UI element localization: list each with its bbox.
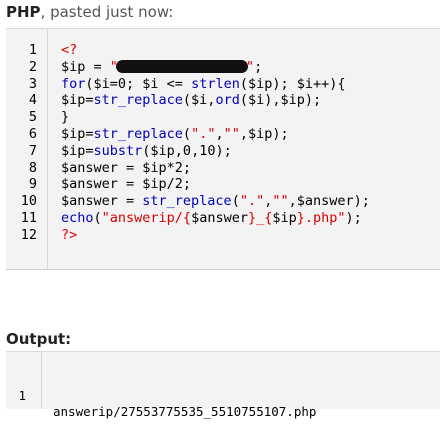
line-number: 3 [28,75,37,92]
code-token: ?> [61,226,78,243]
code-token: " [245,58,255,75]
code-token: ,$answer); [288,193,370,210]
code-token: <? [61,42,78,58]
code-token: for [61,75,86,92]
code-token: ); [345,210,362,226]
code-token: str_replace [142,193,232,210]
line-number: 11 [20,210,37,226]
code-token: $answer = [61,193,143,210]
code-text: ?> [61,227,77,244]
code-text: $ip=str_replace(".","",$ip); [61,126,289,143]
code-text: $ip = " "; [61,59,262,76]
code-panel: 1 <? 2 $ip = " "; 3 for($i=0; $i <= strlen($ip… [6,28,440,270]
code-token: "." [191,126,216,142]
code-line: 11 echo("answerip/{$answer}_{$ip}.php"); [6,210,440,227]
code-token: "answerip/{ [101,210,192,226]
line-number: 1 [28,42,37,58]
output-text: answerip/27553775535_5510755107.php [53,404,317,419]
code-line: 10 $answer = str_replace(".","",$answer); [6,193,440,210]
code-token: $ip = [61,58,110,75]
code-text: <? [61,42,77,59]
code-line: 3 for($i=0; $i <= strlen($ip); $i++){ [6,76,440,93]
line-number: 12 [20,226,37,243]
code-token: } [61,109,70,126]
code-token: ,$ip); [239,126,289,142]
language-label: PHP [6,3,41,21]
code-token: "." [239,193,265,210]
code-line: 12 ?> [6,227,440,244]
code-token: $answer = $ip*2; [61,159,192,176]
code-token: ord [215,92,240,109]
code-token: echo [61,210,94,226]
code-line: 2 $ip = " "; [6,59,440,76]
code-token: ($i, [182,92,216,109]
code-token: "" [272,193,289,210]
code-line: 8 $answer = $ip*2; [6,160,440,177]
code-token: ( [231,193,240,210]
line-number: 9 [28,176,37,193]
code-text: } [61,109,69,126]
code-token: $ip [272,210,297,226]
line-number: 5 [28,109,37,126]
output-line: 1 answerip/27553775535_5510755107.php [6,372,440,436]
code-token: str_replace [93,126,183,142]
code-line: 5} [6,109,440,126]
code-line: 7 $ip=substr($ip,0,10); [6,143,440,160]
output-title: Output: [6,330,72,348]
line-number: 10 [20,193,37,210]
code-line: 4 $ip=str_replace($i,ord($i),$ip); [6,92,440,109]
code-line: 1 <? [6,42,440,59]
line-number: 2 [28,58,37,75]
code-token: ( [182,126,192,142]
line-number: 8 [28,159,37,176]
code-text: $ip=str_replace($i,ord($i),$ip); [61,92,321,109]
code-token: $answer = $ip/2; [61,176,192,193]
code-token: ($i),$ip); [239,92,322,109]
code-line: 9 $answer = $ip/2; [6,176,440,193]
code-token: $ip= [61,142,94,159]
code-token: ( [93,210,102,226]
output-line-number: 1 [18,388,26,403]
code-token: strlen [191,75,240,92]
code-token: "" [223,126,240,142]
code-token: ($i=0; $i <= [85,75,192,92]
redaction-mark [115,60,248,74]
code-text: $answer = str_replace(".","",$answer); [61,193,370,210]
code-text: $answer = $ip/2; [61,176,191,193]
code-token: $ip= [61,92,94,109]
code-token: ($ip,0,10); [142,142,232,159]
code-text: $ip=substr($ip,0,10); [61,143,232,160]
code-line: 6 $ip=str_replace(".","",$ip); [6,126,440,143]
line-number: 6 [28,126,37,142]
code-token: $ip= [61,126,94,142]
output-panel: 1 answerip/27553775535_5510755107.php [6,351,440,419]
paste-header: PHP, pasted just now: [6,3,173,21]
paste-status: , pasted just now: [40,3,174,21]
code-token: ; [254,58,263,75]
code-text: echo("answerip/{$answer}_{$ip}.php"); [61,210,362,227]
code-token: }_{ [247,210,273,226]
code-token: , [215,126,224,142]
code-token: ($ip); $i++){ [239,75,346,92]
line-number: 4 [28,92,37,109]
line-number: 7 [28,142,37,159]
code-token: substr [93,142,143,159]
code-text: $answer = $ip*2; [61,160,191,177]
code-token: str_replace [93,92,183,109]
code-token: }.php" [296,210,346,226]
code-token: $answer [191,210,248,226]
code-text: for($i=0; $i <= strlen($ip); $i++){ [61,76,346,93]
